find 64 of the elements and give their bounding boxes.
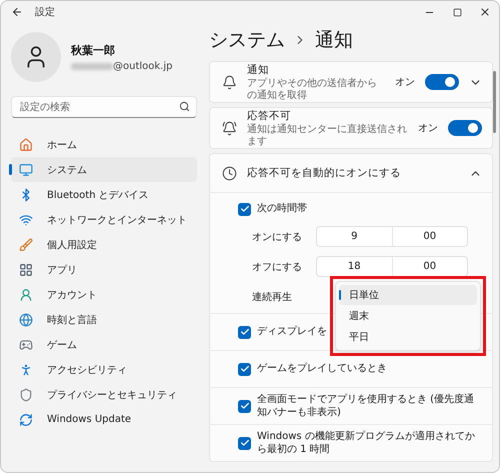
checkbox[interactable] — [238, 362, 251, 376]
toggle-label: オン — [418, 122, 438, 135]
nav-item[interactable]: 個人用設定 — [11, 232, 197, 257]
nav-item[interactable]: プライバシーとセキュリティ — [11, 382, 197, 407]
shield-icon — [19, 388, 33, 402]
toggle-label: オン — [395, 76, 415, 89]
time-label: オフにする — [252, 260, 303, 274]
menu-item[interactable]: 平日 — [339, 327, 477, 347]
toggle-switch[interactable] — [448, 120, 482, 136]
nav-item[interactable]: Bluetooth とデバイス — [11, 182, 197, 207]
house-icon — [19, 138, 33, 152]
wifi-icon — [19, 212, 33, 226]
scrollbar[interactable] — [493, 71, 496, 133]
back-button[interactable] — [11, 6, 23, 18]
checkbox[interactable] — [238, 436, 251, 450]
nav-item[interactable]: Windows Update — [11, 407, 197, 432]
bell-icon — [222, 74, 237, 90]
nav-item[interactable]: ホーム — [11, 132, 197, 157]
search-field[interactable]: 設定の検索 — [11, 96, 197, 118]
monitor-icon — [19, 162, 33, 176]
repeat-label: 連続再生 — [252, 290, 293, 304]
checkbox-label: 全画面モードでアプリを使用するとき (優先度通知バナーも非表示) — [257, 392, 476, 420]
checkbox[interactable] — [238, 326, 251, 338]
globe-icon — [19, 312, 33, 326]
blurred-text — [71, 62, 113, 70]
setting-title: 応答不可 — [247, 109, 292, 123]
menu-item[interactable]: 週末 — [339, 306, 477, 326]
checkbox-label: Windows の機能更新プログラムが適用されてから最初の 1 時間 — [257, 430, 476, 456]
search-icon — [179, 101, 190, 112]
nav-item[interactable]: アカウント — [11, 282, 197, 307]
checkbox-label: ゲームをプレイしているとき — [257, 362, 387, 376]
close-icon — [479, 6, 491, 18]
apps-icon — [19, 262, 33, 276]
user-name: 秋葉一郎 — [71, 42, 116, 58]
avatar — [11, 32, 61, 82]
checkbox[interactable] — [238, 400, 251, 412]
checkbox[interactable] — [238, 202, 251, 216]
user-email: @outlook.jp — [113, 60, 172, 72]
refresh-icon — [19, 412, 33, 426]
nav-item[interactable]: ネットワークとインターネット — [11, 207, 197, 232]
checkbox-label: ディスプレイを — [257, 325, 327, 339]
toggle-switch[interactable] — [425, 74, 459, 90]
nav-item[interactable]: アプリ — [11, 257, 197, 282]
time-label: オンにする — [252, 230, 303, 244]
maximize-icon — [452, 8, 462, 16]
person-icon — [19, 288, 33, 302]
nav-item[interactable]: システム — [11, 157, 197, 182]
setting-title: 応答不可を自動的にオンにする — [247, 166, 402, 180]
checkbox-label: 次の時間帯 — [257, 202, 307, 216]
accessibility-icon — [19, 362, 33, 376]
gamepad-icon — [19, 338, 33, 352]
page-title: 通知 — [315, 28, 353, 53]
nav-item[interactable]: ゲーム — [11, 332, 197, 357]
menu-item[interactable]: 日単位 — [339, 285, 477, 305]
setting-title: 通知 — [247, 63, 270, 77]
clock-icon — [222, 166, 237, 180]
brush-icon — [19, 238, 33, 252]
nav-item[interactable]: 時刻と言語 — [11, 307, 197, 332]
breadcrumb-parent[interactable]: システム — [209, 27, 285, 53]
setting-description: 通知は通知センターに直接送信されます — [247, 124, 408, 147]
nav-item[interactable]: アクセシビリティ — [11, 357, 197, 382]
window-title: 設定 — [35, 6, 55, 19]
bell-icon — [222, 120, 237, 136]
setting-description: アプリやその他の送信者からの通知を取得 — [247, 78, 378, 101]
